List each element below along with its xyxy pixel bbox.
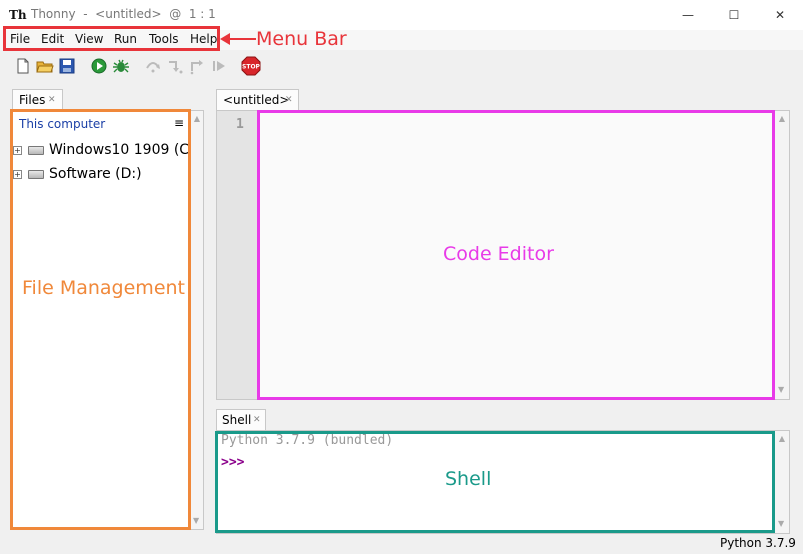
scroll-up-icon[interactable]: ▲ xyxy=(775,434,789,443)
files-scrollbar[interactable]: ▲ ▼ xyxy=(191,111,203,529)
new-file-icon[interactable] xyxy=(14,57,32,75)
resume-icon[interactable] xyxy=(210,57,228,75)
scroll-up-icon[interactable]: ▲ xyxy=(775,114,789,123)
scroll-down-icon[interactable]: ▼ xyxy=(778,385,784,394)
run-icon[interactable] xyxy=(90,57,108,75)
line-number-gutter xyxy=(217,111,257,399)
stop-icon[interactable]: STOP xyxy=(241,56,261,76)
minimize-button[interactable]: — xyxy=(665,0,711,30)
close-icon[interactable]: ✕ xyxy=(253,415,261,425)
save-icon[interactable] xyxy=(58,57,76,75)
step-out-icon[interactable] xyxy=(188,57,206,75)
open-folder-icon[interactable] xyxy=(36,57,54,75)
window-title: Thonny - <untitled> @ 1 : 1 xyxy=(31,7,216,21)
tab-shell-label: Shell xyxy=(222,413,252,427)
shell-scrollbar[interactable]: ▲ ▼ xyxy=(775,431,789,533)
tab-untitled-label: <untitled> xyxy=(223,93,290,107)
scroll-down-icon[interactable]: ▼ xyxy=(193,516,199,525)
tab-files-label: Files xyxy=(19,93,46,107)
scroll-down-icon[interactable]: ▼ xyxy=(778,519,784,528)
file-management-annotation: File Management xyxy=(22,277,185,299)
tab-untitled[interactable]: <untitled> ✕ xyxy=(216,89,299,110)
menu-bar-annotation: Menu Bar xyxy=(256,28,347,50)
tab-files[interactable]: Files ✕ xyxy=(12,89,63,110)
debug-icon[interactable] xyxy=(112,57,130,75)
menu-bar-arrow-icon xyxy=(220,33,256,45)
code-editor-annotation: Code Editor xyxy=(443,243,554,265)
editor-scrollbar[interactable]: ▲ ▼ xyxy=(775,111,789,399)
file-management-highlight-box xyxy=(10,109,191,530)
shell-annotation: Shell xyxy=(445,468,492,490)
menu-bar-highlight-box xyxy=(3,26,220,51)
line-number: 1 xyxy=(236,117,244,132)
tab-shell[interactable]: Shell ✕ xyxy=(216,409,266,430)
maximize-button[interactable]: ☐ xyxy=(711,0,757,30)
step-over-icon[interactable] xyxy=(144,57,162,75)
close-icon[interactable]: ✕ xyxy=(48,95,56,105)
thonny-logo-icon: Th xyxy=(9,8,27,22)
scroll-up-icon[interactable]: ▲ xyxy=(191,114,203,123)
python-version-status: Python 3.7.9 xyxy=(720,536,796,550)
shell-highlight-box xyxy=(215,431,775,533)
close-icon[interactable]: ✕ xyxy=(285,95,293,105)
close-button[interactable]: ✕ xyxy=(757,0,803,30)
step-into-icon[interactable] xyxy=(166,57,184,75)
svg-text:STOP: STOP xyxy=(242,64,261,71)
